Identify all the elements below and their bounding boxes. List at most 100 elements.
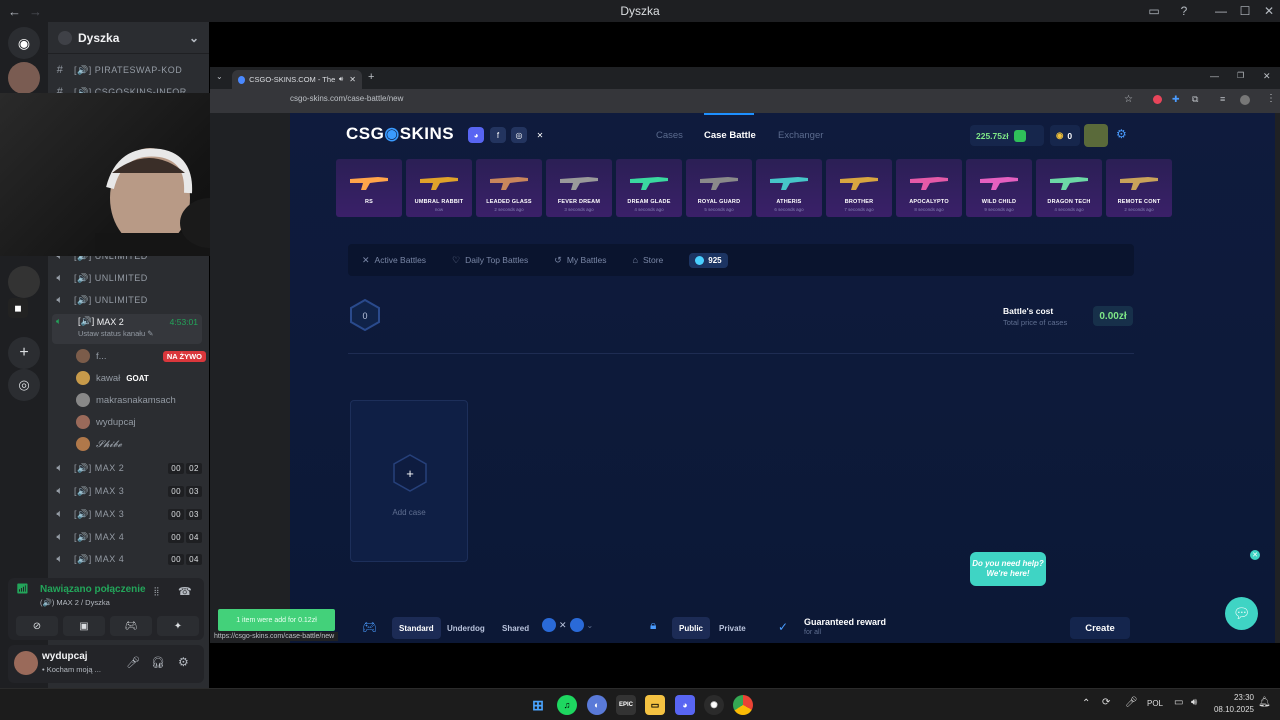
- headphones-icon[interactable]: 🎧︎: [151, 656, 165, 669]
- text-channel[interactable]: # [🔊] PIRATESWAP-KOD: [52, 60, 202, 80]
- restore-button[interactable]: ❐: [1237, 71, 1244, 80]
- app-icon[interactable]: ✺: [704, 695, 724, 715]
- drop-card[interactable]: ROYAL GUARD 5 seconds ago: [686, 159, 752, 217]
- drop-card[interactable]: FEVER DREAM 3 seconds ago: [546, 159, 612, 217]
- help-bubble[interactable]: Do you need help? We're here!: [970, 552, 1046, 586]
- tab-daily-top-battles[interactable]: ♡ Daily Top Battles: [452, 255, 528, 266]
- tab-my-battles[interactable]: ↺ My Battles: [554, 255, 606, 266]
- deposit-plus-icon[interactable]: [1013, 129, 1026, 142]
- drop-card[interactable]: DRAGON TECH 4 seconds ago: [1036, 159, 1102, 217]
- discord-icon[interactable]: ◕: [675, 695, 695, 715]
- camera-off-button[interactable]: ⊘: [16, 616, 58, 636]
- clock-date[interactable]: 08.10.2025: [1206, 705, 1254, 714]
- mode-standard[interactable]: Standard: [392, 617, 441, 639]
- coin-pill[interactable]: ◉ 0: [1050, 125, 1080, 146]
- voice-member[interactable]: makrasnakamsach: [76, 390, 206, 410]
- address-bar[interactable]: csgo-skins.com/case-battle/new ☆ ✚ ⧉ ≡ ⋮: [210, 89, 1280, 113]
- balance-pill[interactable]: 225.75zł: [970, 125, 1044, 146]
- voice-channel[interactable]: 🔈︎[🔊] UNLIMITED: [52, 268, 202, 288]
- voice-channel[interactable]: 🔈︎[🔊] UNLIMITED: [52, 290, 202, 310]
- drop-card[interactable]: LEADED GLASS 2 seconds ago: [476, 159, 542, 217]
- network-icon[interactable]: ▭: [1174, 697, 1183, 708]
- active-voice-channel[interactable]: 🔈︎ [🔊] MAX 2 4:53:01 Ustaw status kanału …: [52, 314, 202, 344]
- browser-tab[interactable]: CSGO-SKINS.COM - The be 🔊︎ ✕: [232, 70, 362, 89]
- server-icon[interactable]: [8, 62, 40, 94]
- forward-arrow-icon[interactable]: →: [29, 4, 42, 19]
- menu-kebab-icon[interactable]: ⋮: [1266, 93, 1276, 104]
- facebook-link-icon[interactable]: f: [490, 127, 506, 143]
- drop-card[interactable]: DREAM GLADE 4 seconds ago: [616, 159, 682, 217]
- activity-button[interactable]: 🎮︎: [110, 616, 152, 636]
- drop-card[interactable]: ATHERIS 6 seconds ago: [756, 159, 822, 217]
- voice-channel[interactable]: 🔈︎ [🔊] MAX 3 00 03: [52, 504, 202, 524]
- avatar[interactable]: [14, 651, 38, 675]
- coins-badge[interactable]: 925: [689, 252, 728, 268]
- voice-channel[interactable]: 🔈︎ [🔊] MAX 2 00 02: [52, 458, 202, 478]
- server-icon[interactable]: [8, 266, 40, 298]
- visibility-public[interactable]: Public: [672, 617, 711, 639]
- discover-icon[interactable]: ◎: [8, 369, 40, 401]
- back-arrow-icon[interactable]: ←: [8, 4, 21, 19]
- x-link-icon[interactable]: ✕: [532, 127, 548, 143]
- drop-card[interactable]: APOCALYPTO 8 seconds ago: [896, 159, 962, 217]
- app-icon[interactable]: ◐: [587, 695, 607, 715]
- voice-member[interactable]: 𝓢𝓱𝓲𝓫𝓮: [76, 434, 206, 454]
- create-button[interactable]: Create: [1070, 617, 1130, 639]
- voice-channel[interactable]: 🔈︎ [🔊] MAX 4 00 04: [52, 527, 202, 547]
- notification-bell-icon[interactable]: 🔔︎: [1258, 697, 1271, 708]
- voice-channel-name[interactable]: (🔊) MAX 2 / Dyszka: [40, 598, 110, 607]
- nav-cases[interactable]: Cases: [656, 130, 683, 141]
- close-button[interactable]: ✕: [1263, 71, 1271, 82]
- mode-underdog[interactable]: Underdog: [440, 617, 492, 639]
- discord-link-icon[interactable]: ◕: [468, 127, 484, 143]
- tab-list-icon[interactable]: ⌄: [216, 72, 223, 81]
- site-logo[interactable]: CSG◉SKINS: [346, 124, 454, 144]
- team-selector[interactable]: ✕ ⌄: [542, 618, 593, 632]
- url-text[interactable]: csgo-skins.com/case-battle/new: [290, 94, 403, 103]
- chevron-down-icon[interactable]: ⌄: [189, 31, 199, 45]
- media-icon[interactable]: ≡: [1220, 94, 1225, 104]
- voice-member[interactable]: f... NA ŻYWO: [76, 346, 206, 366]
- tab-close-icon[interactable]: ✕: [349, 75, 356, 84]
- clock-time[interactable]: 23:30: [1210, 693, 1254, 702]
- epic-games-icon[interactable]: EPIC: [616, 695, 636, 715]
- drop-card[interactable]: REMOTE CONT 2 seconds ago: [1106, 159, 1172, 217]
- voice-channel[interactable]: 🔈︎ [🔊] MAX 3 00 03: [52, 481, 202, 501]
- sync-icon[interactable]: ⟳: [1102, 697, 1110, 708]
- visibility-private[interactable]: Private: [712, 617, 753, 639]
- bookmark-star-icon[interactable]: ☆: [1124, 94, 1133, 105]
- chrome-icon[interactable]: [733, 695, 753, 715]
- tab-active-battles[interactable]: ✕ Active Battles: [362, 255, 426, 266]
- drop-card[interactable]: BROTHER 7 seconds ago: [826, 159, 892, 217]
- settings-gear-icon[interactable]: ⚙: [1116, 127, 1127, 141]
- drop-card[interactable]: WILD CHILD 9 seconds ago: [966, 159, 1032, 217]
- chevron-up-icon[interactable]: ⌃: [1082, 698, 1090, 709]
- server-icon[interactable]: ◼: [8, 298, 28, 318]
- file-explorer-icon[interactable]: ▭: [645, 695, 665, 715]
- spotify-icon[interactable]: ♫: [557, 695, 577, 715]
- add-server-icon[interactable]: +: [8, 337, 40, 369]
- microphone-icon[interactable]: 🎤︎: [126, 656, 140, 669]
- profile-avatar[interactable]: [1240, 95, 1250, 105]
- extensions-puzzle-icon[interactable]: ⧉: [1192, 94, 1198, 105]
- tab-store[interactable]: ⌂ Store: [633, 255, 664, 265]
- voice-channel[interactable]: 🔈︎ [🔊] MAX 4 00 04: [52, 549, 202, 569]
- minimize-button[interactable]: —: [1210, 71, 1219, 81]
- nav-case-battle[interactable]: Case Battle: [704, 130, 756, 141]
- new-tab-button[interactable]: +: [368, 71, 374, 83]
- channel-status-hint[interactable]: Ustaw status kanału: [78, 329, 145, 338]
- mode-shared[interactable]: Shared: [495, 617, 536, 639]
- language-indicator[interactable]: POL: [1147, 699, 1163, 708]
- discord-home-icon[interactable]: ◉: [8, 27, 40, 59]
- user-avatar[interactable]: [1084, 124, 1108, 147]
- noise-suppression-icon[interactable]: ⦙⦙: [154, 586, 159, 599]
- inbox-icon[interactable]: ▭: [1140, 0, 1168, 22]
- voice-member[interactable]: kawał GOAT: [76, 368, 206, 388]
- add-case-card[interactable]: + Add case: [350, 400, 468, 562]
- extension-icon[interactable]: ✚: [1172, 94, 1180, 105]
- close-button[interactable]: ✕: [1255, 0, 1280, 22]
- windows-start-icon[interactable]: ⊞: [528, 695, 548, 715]
- soundboard-button[interactable]: ✦: [157, 616, 199, 636]
- close-icon[interactable]: ✕: [1250, 550, 1260, 560]
- nav-exchanger[interactable]: Exchanger: [778, 130, 823, 141]
